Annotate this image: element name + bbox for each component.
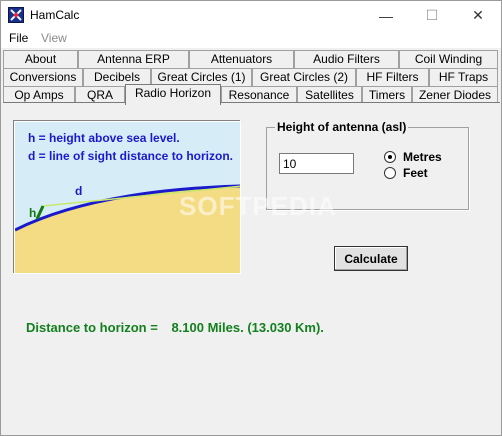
tab-coil-winding[interactable]: Coil Winding <box>399 50 498 68</box>
tab-antenna-erp[interactable]: Antenna ERP <box>78 50 189 68</box>
metres-radio-button[interactable] <box>384 151 396 163</box>
menu-view[interactable]: View <box>41 31 67 45</box>
result-text: Distance to horizon = 8.100 Miles. (13.0… <box>26 320 334 335</box>
diagram-label-h: h <box>29 206 37 220</box>
tab-hf-traps[interactable]: HF Traps <box>429 68 498 86</box>
horizon-diagram: h = height above sea level. d = line of … <box>14 121 241 274</box>
antenna-height-group: Height of antenna (asl) Metres Feet <box>266 120 469 210</box>
tab-hf-filters[interactable]: HF Filters <box>356 68 429 86</box>
tab-attenuators[interactable]: Attenuators <box>189 50 294 68</box>
tab-row-1: About Antenna ERP Attenuators Audio Filt… <box>1 50 501 68</box>
result-label: Distance to horizon = <box>26 320 158 335</box>
metres-label: Metres <box>403 150 442 164</box>
diagram-line-d: d = line of sight distance to horizon. <box>28 149 234 163</box>
tab-radio-horizon[interactable]: Radio Horizon <box>125 84 221 105</box>
menu-file[interactable]: File <box>9 31 28 45</box>
app-window: HamCalc — ☐ ✕ File View About Antenna ER… <box>0 0 502 436</box>
diagram-label-d: d <box>75 184 83 198</box>
antenna-height-input[interactable] <box>279 153 354 174</box>
tab-about[interactable]: About <box>3 50 78 68</box>
tab-audio-filters[interactable]: Audio Filters <box>294 50 399 68</box>
menu-bar: File View <box>1 30 501 48</box>
feet-label: Feet <box>403 166 428 180</box>
tab-row-2: Conversions Decibels Great Circles (1) G… <box>1 68 501 86</box>
calculate-button[interactable]: Calculate <box>334 246 408 271</box>
result-value: 8.100 Miles. (13.030 Km). <box>171 320 324 335</box>
tab-conversions[interactable]: Conversions <box>3 68 83 86</box>
diagram-line-h: h = height above sea level. <box>28 131 180 145</box>
close-button[interactable]: ✕ <box>455 1 501 30</box>
maximize-button[interactable]: ☐ <box>409 1 455 30</box>
hamcalc-app-icon[interactable] <box>8 7 24 23</box>
minimize-button[interactable]: — <box>363 1 409 30</box>
antenna-height-group-label: Height of antenna (asl) <box>275 120 409 134</box>
feet-radio-button[interactable] <box>384 167 396 179</box>
window-title: HamCalc <box>30 8 80 22</box>
radio-metres[interactable]: Metres <box>384 150 442 164</box>
tab-great-circles-2[interactable]: Great Circles (2) <box>252 68 356 86</box>
title-bar[interactable]: HamCalc — ☐ ✕ <box>1 1 501 30</box>
radio-feet[interactable]: Feet <box>384 166 428 180</box>
